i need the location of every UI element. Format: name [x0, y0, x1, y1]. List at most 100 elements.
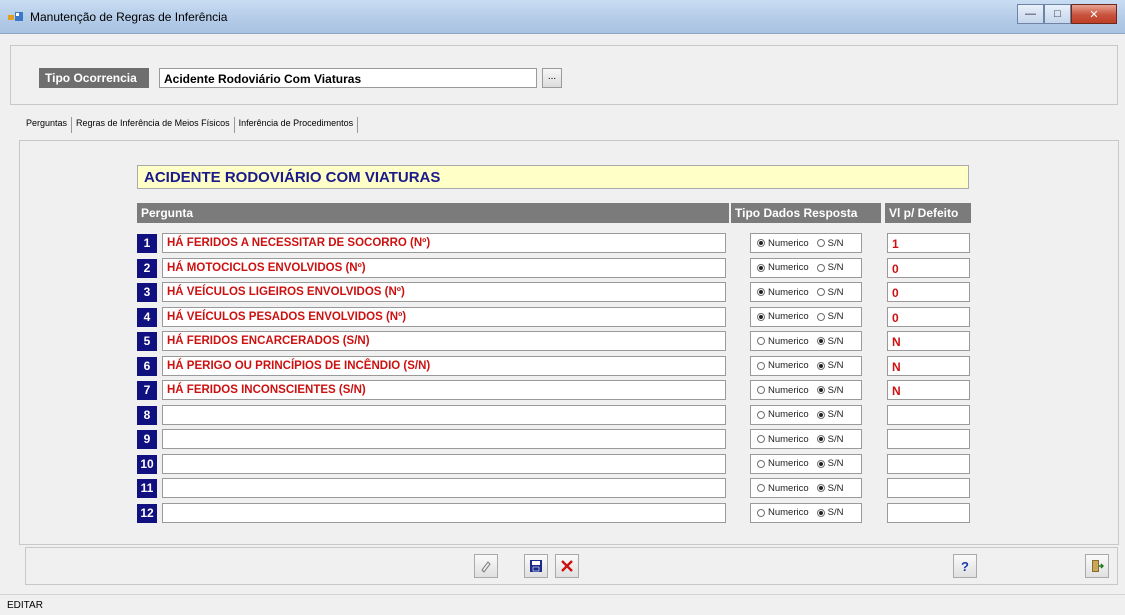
radio-numerico[interactable] [757, 386, 765, 394]
radio-numerico[interactable] [757, 435, 765, 443]
response-type-group: Numerico S/N [750, 306, 862, 327]
radio-numerico[interactable] [757, 459, 765, 468]
title-bar: Manutenção de Regras de Inferência — □ ✕ [0, 0, 1125, 34]
question-row: 6 HÁ PERIGO OU PRINCÍPIOS DE INCÊNDIO (S/… [0, 355, 1125, 376]
minimize-icon[interactable]: — [1017, 4, 1044, 24]
radio-numerico[interactable] [757, 263, 765, 272]
cancel-x-icon[interactable] [555, 554, 579, 578]
status-mode: EDITAR [7, 600, 43, 611]
question-input[interactable]: HÁ FERIDOS ENCARCERADOS (S/N) [162, 331, 726, 351]
question-row: 3 HÁ VEÍCULOS LIGEIROS ENVOLVIDOS (Nº) Num… [0, 282, 1125, 302]
app-icon [8, 12, 23, 21]
default-value-input[interactable]: N [887, 331, 970, 351]
radio-numerico[interactable] [757, 484, 765, 492]
default-value-input[interactable] [887, 453, 970, 474]
radio-sn[interactable] [816, 239, 825, 247]
response-type-group: Numerico S/N [750, 404, 862, 425]
default-value-input[interactable] [887, 478, 970, 498]
question-input[interactable]: HÁ PERIGO OU PRINCÍPIOS DE INCÊNDIO (S/N… [162, 355, 726, 376]
default-value-input[interactable]: 0 [887, 282, 970, 302]
radio-sn-label: S/N [827, 409, 844, 420]
radio-sn[interactable] [816, 459, 825, 468]
radio-sn[interactable] [816, 435, 825, 443]
radio-sn[interactable] [816, 508, 825, 517]
radio-sn[interactable] [816, 312, 825, 321]
response-type-group: Numerico S/N [750, 233, 862, 253]
question-input[interactable] [162, 453, 726, 474]
radio-numerico-label: Numerico [768, 286, 809, 298]
question-input[interactable]: HÁ VEÍCULOS LIGEIROS ENVOLVIDOS (Nº) [162, 282, 726, 302]
exit-door-icon[interactable] [1085, 554, 1109, 578]
radio-sn[interactable] [816, 263, 825, 272]
response-type-group: Numerico S/N [750, 331, 862, 351]
radio-sn-label: S/N [827, 311, 844, 322]
default-value-input[interactable]: 0 [887, 257, 970, 278]
default-value-input[interactable]: N [887, 380, 970, 400]
radio-sn[interactable] [816, 361, 825, 370]
status-bar: EDITAR [0, 594, 1125, 615]
help-icon[interactable]: ? [953, 554, 977, 578]
pencil-icon[interactable] [474, 554, 498, 578]
browse-button[interactable]: ... [542, 68, 562, 88]
radio-numerico[interactable] [757, 361, 765, 370]
radio-sn-label: S/N [827, 262, 844, 273]
radio-numerico-label: Numerico [768, 409, 809, 420]
radio-numerico[interactable] [757, 410, 765, 419]
tab-inferencia-procedimentos[interactable]: Inferência de Procedimentos [235, 117, 359, 133]
question-row: 5 HÁ FERIDOS ENCARCERADOS (S/N) Numerico S/… [0, 331, 1125, 351]
default-value-input[interactable]: N [887, 355, 970, 376]
question-input[interactable]: HÁ VEÍCULOS PESADOS ENVOLVIDOS (Nº) [162, 306, 726, 327]
row-number: 8 [137, 405, 157, 425]
radio-numerico[interactable] [757, 288, 765, 296]
radio-sn[interactable] [816, 386, 825, 394]
radio-numerico-label: Numerico [768, 482, 809, 494]
close-icon[interactable]: ✕ [1071, 4, 1117, 24]
tab-regras-meios-fisicos[interactable]: Regras de Inferência de Meios Físicos [72, 117, 235, 133]
radio-sn-label: S/N [827, 360, 844, 371]
radio-sn-label: S/N [827, 433, 844, 445]
default-value-input[interactable] [887, 429, 970, 449]
maximize-icon[interactable]: □ [1044, 4, 1071, 24]
response-type-group: Numerico S/N [750, 502, 862, 523]
default-value-input[interactable] [887, 502, 970, 523]
window-title: Manutenção de Regras de Inferência [30, 10, 228, 24]
question-row: 1 HÁ FERIDOS A NECESSITAR DE SOCORRO (Nº)… [0, 233, 1125, 253]
default-value-input[interactable] [887, 404, 970, 425]
row-number: 3 [137, 283, 157, 302]
radio-numerico[interactable] [757, 337, 765, 345]
radio-numerico[interactable] [757, 239, 765, 247]
question-input[interactable]: HÁ FERIDOS INCONSCIENTES (S/N) [162, 380, 726, 400]
radio-numerico-label: Numerico [768, 433, 809, 445]
save-icon[interactable] [524, 554, 548, 578]
question-input[interactable]: HÁ MOTOCICLOS ENVOLVIDOS (Nº) [162, 257, 726, 278]
question-input[interactable] [162, 404, 726, 425]
response-type-group: Numerico S/N [750, 429, 862, 449]
radio-sn[interactable] [816, 288, 825, 296]
radio-sn[interactable] [816, 484, 825, 492]
radio-sn[interactable] [816, 337, 825, 345]
radio-sn-label: S/N [827, 384, 844, 396]
col-header-pergunta: Pergunta [137, 203, 729, 223]
question-input[interactable] [162, 478, 726, 498]
ocorrencia-banner: ACIDENTE RODOVIÁRIO COM VIATURAS [137, 165, 969, 189]
radio-numerico[interactable] [757, 312, 765, 321]
tipo-ocorrencia-field[interactable]: Acidente Rodoviário Com Viaturas [159, 68, 537, 88]
radio-sn[interactable] [816, 410, 825, 419]
radio-numerico-label: Numerico [768, 507, 809, 518]
radio-sn-label: S/N [827, 458, 844, 469]
question-input[interactable] [162, 429, 726, 449]
question-row: 7 HÁ FERIDOS INCONSCIENTES (S/N) Numerico S… [0, 380, 1125, 400]
tab-perguntas[interactable]: Perguntas [22, 117, 73, 133]
header-group: Tipo Ocorrencia Acidente Rodoviário Com … [10, 45, 1118, 105]
radio-sn-label: S/N [827, 507, 844, 518]
radio-numerico-label: Numerico [768, 262, 809, 273]
question-input[interactable] [162, 502, 726, 523]
question-input[interactable]: HÁ FERIDOS A NECESSITAR DE SOCORRO (Nº) [162, 233, 726, 253]
default-value-input[interactable]: 1 [887, 233, 970, 253]
radio-numerico[interactable] [757, 508, 765, 517]
radio-numerico-label: Numerico [768, 384, 809, 396]
response-type-group: Numerico S/N [750, 380, 862, 400]
default-value-input[interactable]: 0 [887, 306, 970, 327]
question-row: 12 Numerico S/N [0, 502, 1125, 523]
row-number: 5 [137, 332, 157, 351]
